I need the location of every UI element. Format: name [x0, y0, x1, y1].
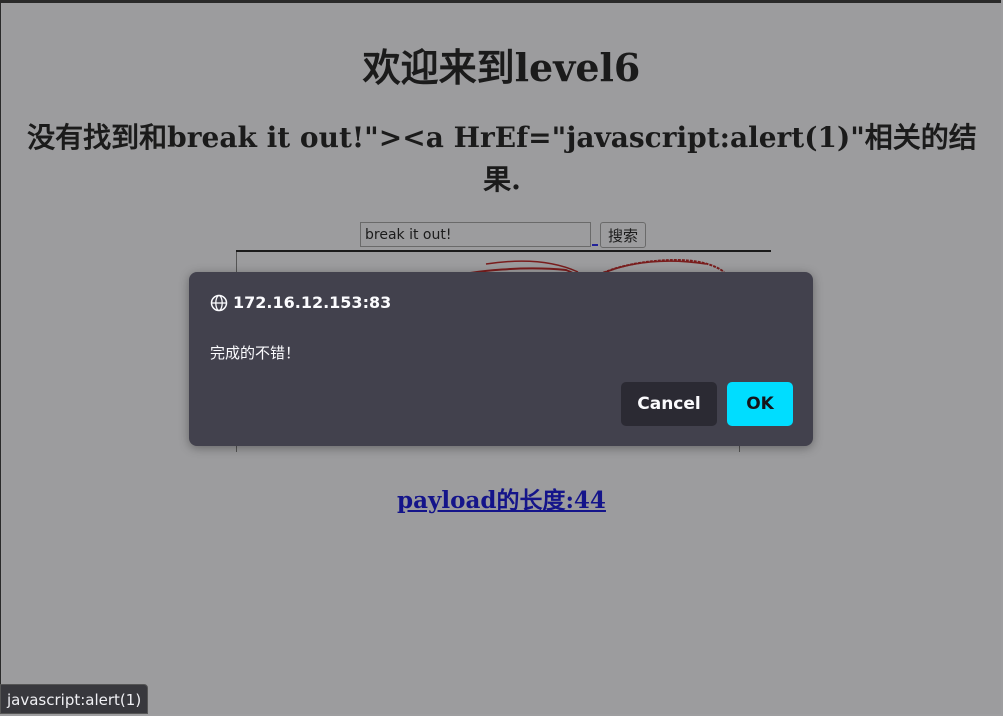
ok-button[interactable]: OK: [727, 382, 793, 426]
alert-dialog: 172.16.12.153:83 完成的不错！ Cancel OK: [189, 272, 813, 446]
link-status-bar: javascript:alert(1): [0, 684, 149, 714]
search-input[interactable]: [360, 222, 591, 247]
page-title: 欢迎来到level6: [362, 45, 641, 90]
payload-length-link[interactable]: payload的长度:44: [2, 481, 1001, 515]
search-button[interactable]: 搜索: [600, 222, 646, 248]
globe-icon: [210, 294, 228, 312]
dialog-origin-text: 172.16.12.153:83: [233, 293, 392, 312]
dialog-message: 完成的不错！: [210, 344, 301, 362]
dialog-origin: 172.16.12.153:83: [210, 293, 391, 312]
cancel-button[interactable]: Cancel: [621, 382, 717, 426]
search-result-message: 没有找到和break it out!"><a HrEf="javascript:…: [27, 121, 977, 196]
injected-link[interactable]: [592, 244, 598, 246]
